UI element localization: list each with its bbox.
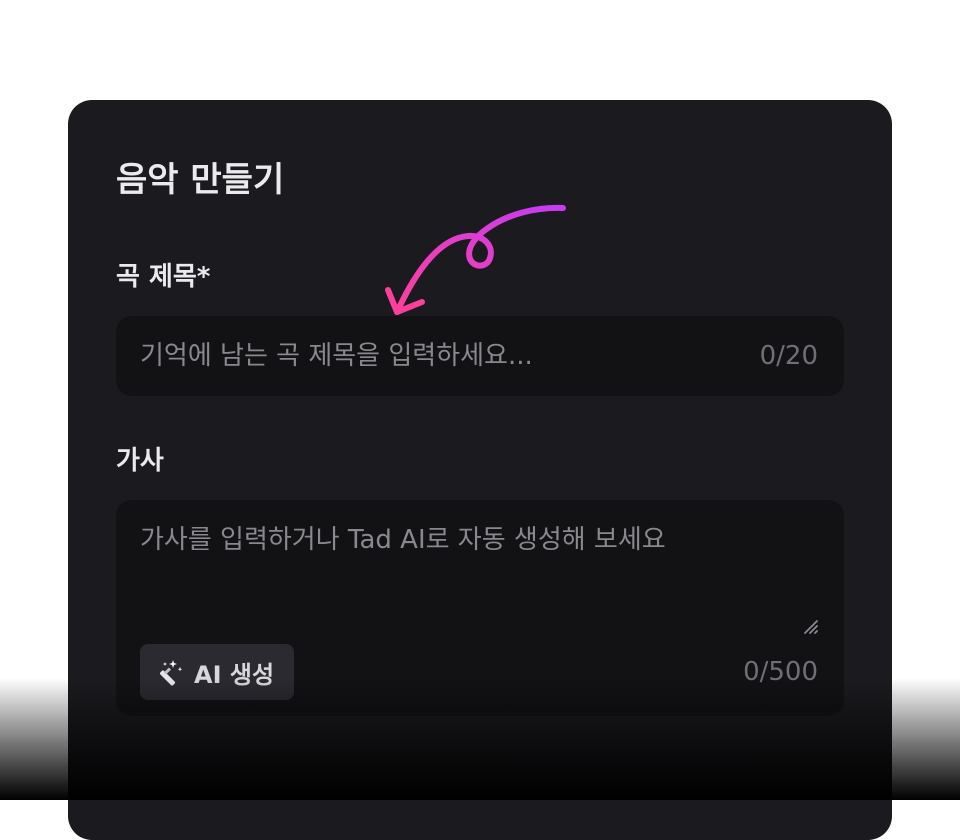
song-title-counter: 0/20 xyxy=(759,341,818,371)
resize-handle-icon[interactable] xyxy=(800,616,820,636)
magic-wand-icon xyxy=(159,660,183,686)
lyrics-counter: 0/500 xyxy=(743,657,818,687)
song-title-label: 곡 제목* xyxy=(116,262,211,292)
ai-generate-label: AI 생성 xyxy=(194,660,275,689)
create-music-panel: 음악 만들기 곡 제목* 0/20 가사 AI 생성 0/500 xyxy=(68,100,892,840)
song-title-field: 0/20 xyxy=(116,316,844,396)
lyrics-textarea[interactable] xyxy=(140,520,820,638)
page-title: 음악 만들기 xyxy=(116,160,285,200)
ai-generate-button[interactable]: AI 생성 xyxy=(140,644,295,700)
lyrics-field: AI 생성 0/500 xyxy=(116,500,844,716)
lyrics-label: 가사 xyxy=(116,446,164,476)
song-title-input[interactable] xyxy=(140,316,730,396)
